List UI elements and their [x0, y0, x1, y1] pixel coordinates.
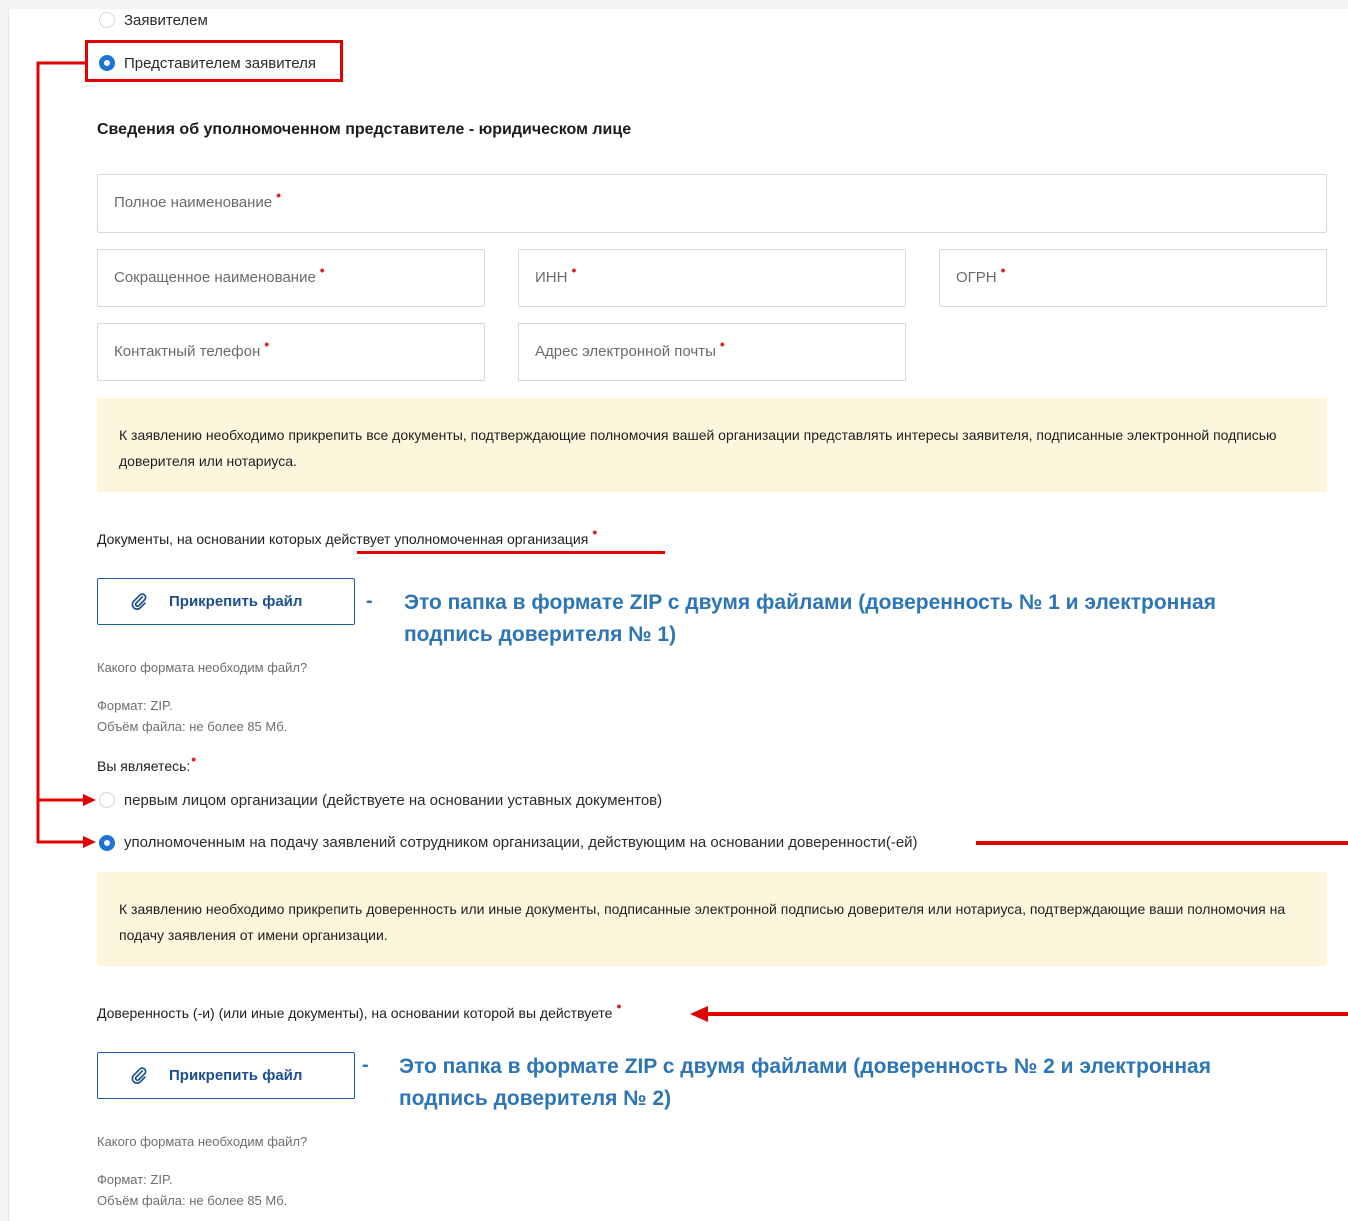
arrow-head-docs2: [690, 1006, 708, 1022]
arrow-head-option2: [83, 836, 96, 848]
annotation-arrows: [36, 61, 1348, 1022]
arrow-head-option1: [83, 794, 96, 806]
connector-bracket-main: [36, 61, 85, 844]
